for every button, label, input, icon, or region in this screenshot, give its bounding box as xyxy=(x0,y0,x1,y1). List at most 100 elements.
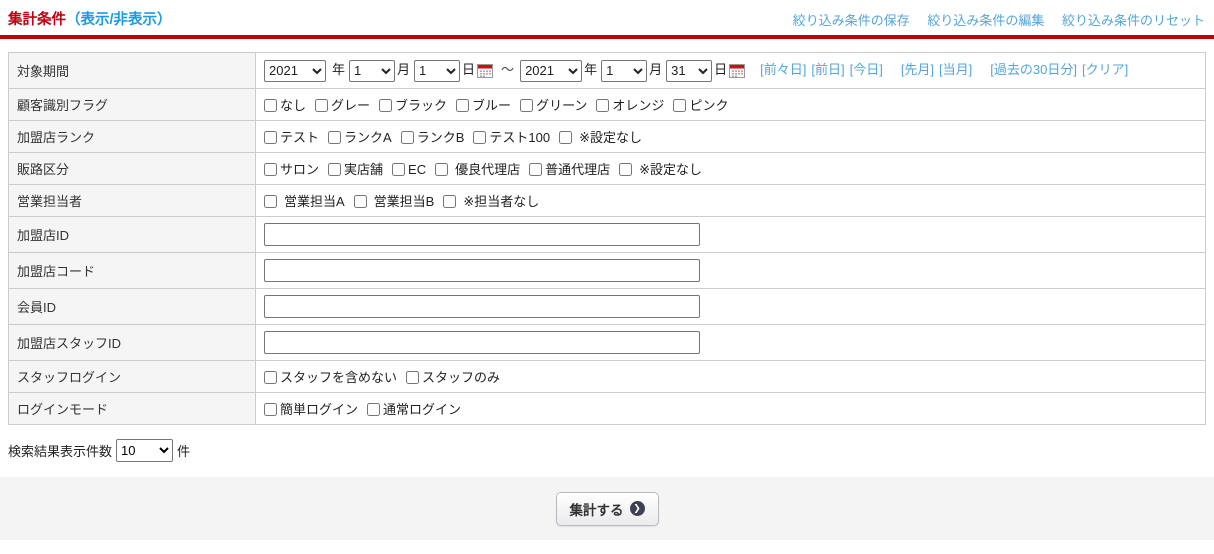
quick-link-this-month[interactable]: [当月] xyxy=(939,62,972,77)
quick-link-past-30-days[interactable]: [過去の30日分] xyxy=(990,62,1077,77)
merchant-rank-checkbox-test100[interactable] xyxy=(473,131,486,144)
filter-row-merchant-code: 加盟店コード xyxy=(9,252,1206,288)
page-title: 集計条件 xyxy=(8,12,66,28)
merchant-rank-checkbox-rank-a[interactable] xyxy=(328,131,341,144)
from-calendar-icon[interactable] xyxy=(477,64,493,78)
to-year-select[interactable]: 2021 xyxy=(520,60,582,82)
result-count-unit: 件 xyxy=(177,441,190,460)
period-cell: 2021年1月1日～2021年1月31日[前々日][前日][今日][先月][当月… xyxy=(256,53,1206,89)
filter-row-merchant-rank: 加盟店ランク テストランクAランクBテスト100※設定なし xyxy=(9,120,1206,152)
quick-link-last-month[interactable]: [先月] xyxy=(901,62,934,77)
sales-rep-checkbox-a[interactable] xyxy=(264,195,277,208)
staff-login-checkbox-exclude-staff[interactable] xyxy=(264,371,277,384)
result-count-label: 検索結果表示件数 xyxy=(8,441,112,460)
aggregate-button-label: 集計する xyxy=(570,499,624,519)
checkbox-item[interactable]: グレー xyxy=(315,98,370,113)
checkbox-item[interactable]: 簡単ログイン xyxy=(264,402,358,417)
checkbox-item[interactable]: テスト xyxy=(264,130,319,145)
member-id-input[interactable] xyxy=(264,295,700,318)
quick-link-today[interactable]: [今日] xyxy=(850,62,883,77)
sales-rep-checkbox-b[interactable] xyxy=(354,195,367,208)
checkbox-item[interactable]: 営業担当B xyxy=(354,194,435,209)
page-title-area: 集計条件（表示/非表示） xyxy=(8,8,172,29)
checkbox-item[interactable]: 営業担当A xyxy=(264,194,345,209)
to-day-select[interactable]: 31 xyxy=(666,60,712,82)
to-month-select[interactable]: 1 xyxy=(601,60,647,82)
checkbox-item[interactable]: ランクB xyxy=(401,130,465,145)
checkbox-item[interactable]: ピンク xyxy=(673,98,728,113)
checkbox-item[interactable]: 優良代理店 xyxy=(435,162,520,177)
result-count-select[interactable]: 10 xyxy=(116,439,173,462)
filter-row-sales-channel: 販路区分 サロン実店舗 EC 優良代理店普通代理店 ※設定なし xyxy=(9,152,1206,184)
sales-channel-checkbox-ec[interactable] xyxy=(392,163,405,176)
from-day-unit: 日 xyxy=(462,62,475,77)
sales-channel-checkbox-store[interactable] xyxy=(328,163,341,176)
filter-row-merchant-id: 加盟店ID xyxy=(9,216,1206,252)
sales-channel-checkbox-salon[interactable] xyxy=(264,163,277,176)
merchant-rank-checkbox-rank-b[interactable] xyxy=(401,131,414,144)
filter-row-member-id: 会員ID xyxy=(9,288,1206,324)
checkbox-item[interactable]: 普通代理店 xyxy=(529,162,610,177)
to-year-unit: 年 xyxy=(584,62,597,77)
checkbox-item[interactable]: テスト100 xyxy=(473,130,550,145)
checkbox-item[interactable]: ※担当者なし xyxy=(443,194,539,209)
sales-channel-checkbox-unset[interactable] xyxy=(619,163,632,176)
staff-login-checkbox-staff-only[interactable] xyxy=(406,371,419,384)
merchant-staff-id-label: 加盟店スタッフID xyxy=(9,324,256,360)
checkbox-item[interactable]: ※設定なし xyxy=(559,130,642,145)
reset-filter-link[interactable]: 絞り込み条件のリセット xyxy=(1062,13,1205,28)
save-filter-link[interactable]: 絞り込み条件の保存 xyxy=(793,13,910,28)
edit-filter-link[interactable]: 絞り込み条件の編集 xyxy=(927,13,1044,28)
from-month-select[interactable]: 1 xyxy=(349,60,395,82)
checkbox-item[interactable]: ランクA xyxy=(328,130,392,145)
checkbox-item[interactable]: ブルー xyxy=(456,98,511,113)
merchant-rank-checkbox-unset[interactable] xyxy=(559,131,572,144)
customer-flag-checkbox-black[interactable] xyxy=(379,99,392,112)
login-mode-checkbox-easy[interactable] xyxy=(264,403,277,416)
checkbox-item[interactable]: ブラック xyxy=(379,98,447,113)
sales-rep-checkbox-none[interactable] xyxy=(443,195,456,208)
to-calendar-icon[interactable] xyxy=(729,64,745,78)
merchant-id-input[interactable] xyxy=(264,223,700,246)
merchant-rank-checkbox-test[interactable] xyxy=(264,131,277,144)
filter-row-customer-flag: 顧客識別フラグ なしグレーブラックブルーグリーンオレンジピンク xyxy=(9,88,1206,120)
customer-flag-checkbox-gray[interactable] xyxy=(315,99,328,112)
checkbox-item[interactable]: 通常ログイン xyxy=(367,402,461,417)
checkbox-item[interactable]: ※設定なし xyxy=(619,162,702,177)
toggle-visibility-link[interactable]: （表示/非表示） xyxy=(66,12,172,28)
checkbox-item[interactable]: オレンジ xyxy=(596,98,664,113)
checkbox-item[interactable]: スタッフのみ xyxy=(406,370,500,385)
merchant-code-input[interactable] xyxy=(264,259,700,282)
sales-channel-checkbox-normal-agency[interactable] xyxy=(529,163,542,176)
period-separator: ～ xyxy=(501,62,514,77)
quick-link-day-before-yesterday[interactable]: [前々日] xyxy=(760,62,806,77)
sales-channel-checkbox-premium-agency[interactable] xyxy=(435,163,448,176)
aggregate-button[interactable]: 集計する ❯ xyxy=(556,492,659,526)
period-label: 対象期間 xyxy=(9,53,256,89)
arrow-right-circle-icon: ❯ xyxy=(630,501,645,516)
checkbox-item[interactable]: なし xyxy=(264,98,306,113)
from-month-unit: 月 xyxy=(397,62,410,77)
quick-link-yesterday[interactable]: [前日] xyxy=(811,62,844,77)
login-mode-checkbox-normal[interactable] xyxy=(367,403,380,416)
customer-flag-checkbox-blue[interactable] xyxy=(456,99,469,112)
checkbox-item[interactable]: サロン xyxy=(264,162,319,177)
from-year-select[interactable]: 2021 xyxy=(264,60,326,82)
checkbox-item[interactable]: 実店舗 xyxy=(328,162,383,177)
sales-channel-label: 販路区分 xyxy=(9,152,256,184)
header-actions: 絞り込み条件の保存 絞り込み条件の編集 絞り込み条件のリセット xyxy=(779,10,1205,29)
checkbox-item[interactable]: グリーン xyxy=(520,98,587,113)
customer-flag-checkbox-green[interactable] xyxy=(520,99,533,112)
from-day-select[interactable]: 1 xyxy=(414,60,460,82)
quick-link-clear[interactable]: [クリア] xyxy=(1082,62,1128,77)
period-quick-links: [前々日] [前日] [今日] [先月] [当月] [過去の30日分] [クリア] xyxy=(755,62,1128,77)
customer-flag-checkbox-none[interactable] xyxy=(264,99,277,112)
merchant-staff-id-input[interactable] xyxy=(264,331,700,354)
result-count-row: 検索結果表示件数 10 件 xyxy=(8,439,1214,462)
customer-flag-checkbox-pink[interactable] xyxy=(673,99,686,112)
checkbox-item[interactable]: スタッフを含めない xyxy=(264,370,397,385)
member-id-label: 会員ID xyxy=(9,288,256,324)
checkbox-item[interactable]: EC xyxy=(392,162,426,177)
login-mode-label: ログインモード xyxy=(9,392,256,424)
customer-flag-checkbox-orange[interactable] xyxy=(596,99,609,112)
